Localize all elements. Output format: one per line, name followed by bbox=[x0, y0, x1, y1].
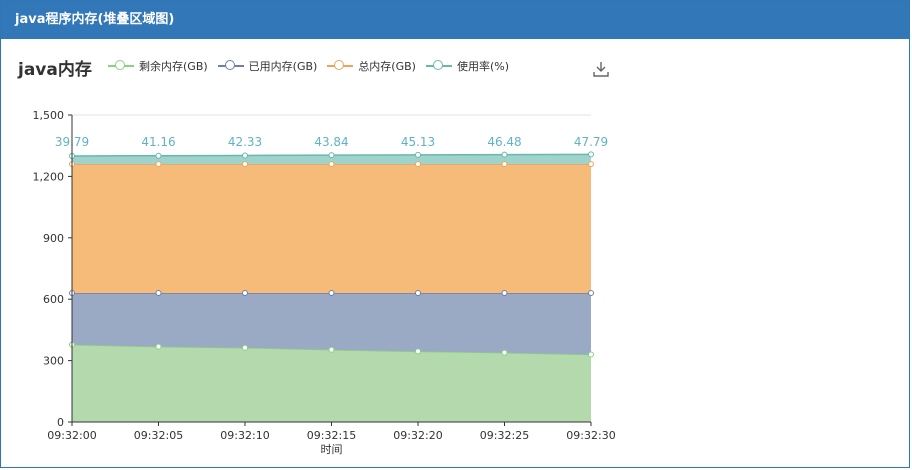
x-tick-label: 09:32:10 bbox=[220, 429, 269, 442]
area-chart: 03006009001,2001,50039.79 41.16 42.33 43.84… bbox=[33, 109, 616, 456]
area-1 bbox=[72, 344, 591, 422]
data-label: 46.48 bbox=[487, 135, 521, 149]
data-point bbox=[588, 161, 594, 168]
data-point bbox=[328, 161, 335, 168]
data-point bbox=[242, 344, 248, 351]
data-point bbox=[155, 152, 162, 159]
data-point bbox=[501, 349, 508, 356]
data-label: 47.79 bbox=[574, 135, 608, 149]
data-label: 42.33 bbox=[228, 135, 262, 149]
data-point bbox=[415, 348, 421, 355]
x-tick-label: 09:32:00 bbox=[47, 429, 96, 442]
data-point bbox=[415, 161, 421, 168]
x-tick-label: 09:32:05 bbox=[134, 429, 183, 442]
y-tick-label: 1,200 bbox=[33, 170, 65, 183]
x-tick-label: 09:32:20 bbox=[393, 429, 442, 442]
y-tick-label: 300 bbox=[43, 355, 64, 368]
data-point bbox=[415, 290, 421, 297]
data-point bbox=[242, 290, 248, 297]
x-tick-label: 09:32:25 bbox=[480, 429, 529, 442]
data-label: 45.13 bbox=[401, 135, 435, 149]
data-point bbox=[501, 161, 508, 168]
data-label: 41.16 bbox=[141, 135, 175, 149]
data-point bbox=[155, 343, 162, 350]
data-point bbox=[415, 151, 421, 158]
data-point bbox=[242, 161, 248, 168]
data-point bbox=[588, 151, 594, 158]
data-point bbox=[242, 152, 248, 159]
x-tick-label: 09:32:15 bbox=[307, 429, 356, 442]
area-3 bbox=[72, 164, 591, 294]
data-point bbox=[501, 290, 508, 297]
y-tick-label: 0 bbox=[57, 416, 64, 429]
data-point bbox=[328, 152, 335, 159]
data-point bbox=[155, 290, 162, 297]
x-axis-label: 时间 bbox=[321, 443, 343, 456]
y-tick-label: 600 bbox=[43, 293, 64, 306]
data-label: 43.84 bbox=[314, 135, 348, 149]
data-point bbox=[588, 351, 594, 358]
data-point bbox=[328, 346, 335, 353]
x-tick-label: 09:32:30 bbox=[566, 429, 615, 442]
y-tick-label: 1,500 bbox=[33, 109, 65, 122]
data-point bbox=[328, 290, 335, 297]
y-tick-label: 900 bbox=[43, 232, 64, 245]
data-point bbox=[588, 290, 594, 297]
area-2 bbox=[72, 293, 591, 355]
data-point bbox=[155, 161, 162, 168]
data-point bbox=[501, 151, 508, 158]
